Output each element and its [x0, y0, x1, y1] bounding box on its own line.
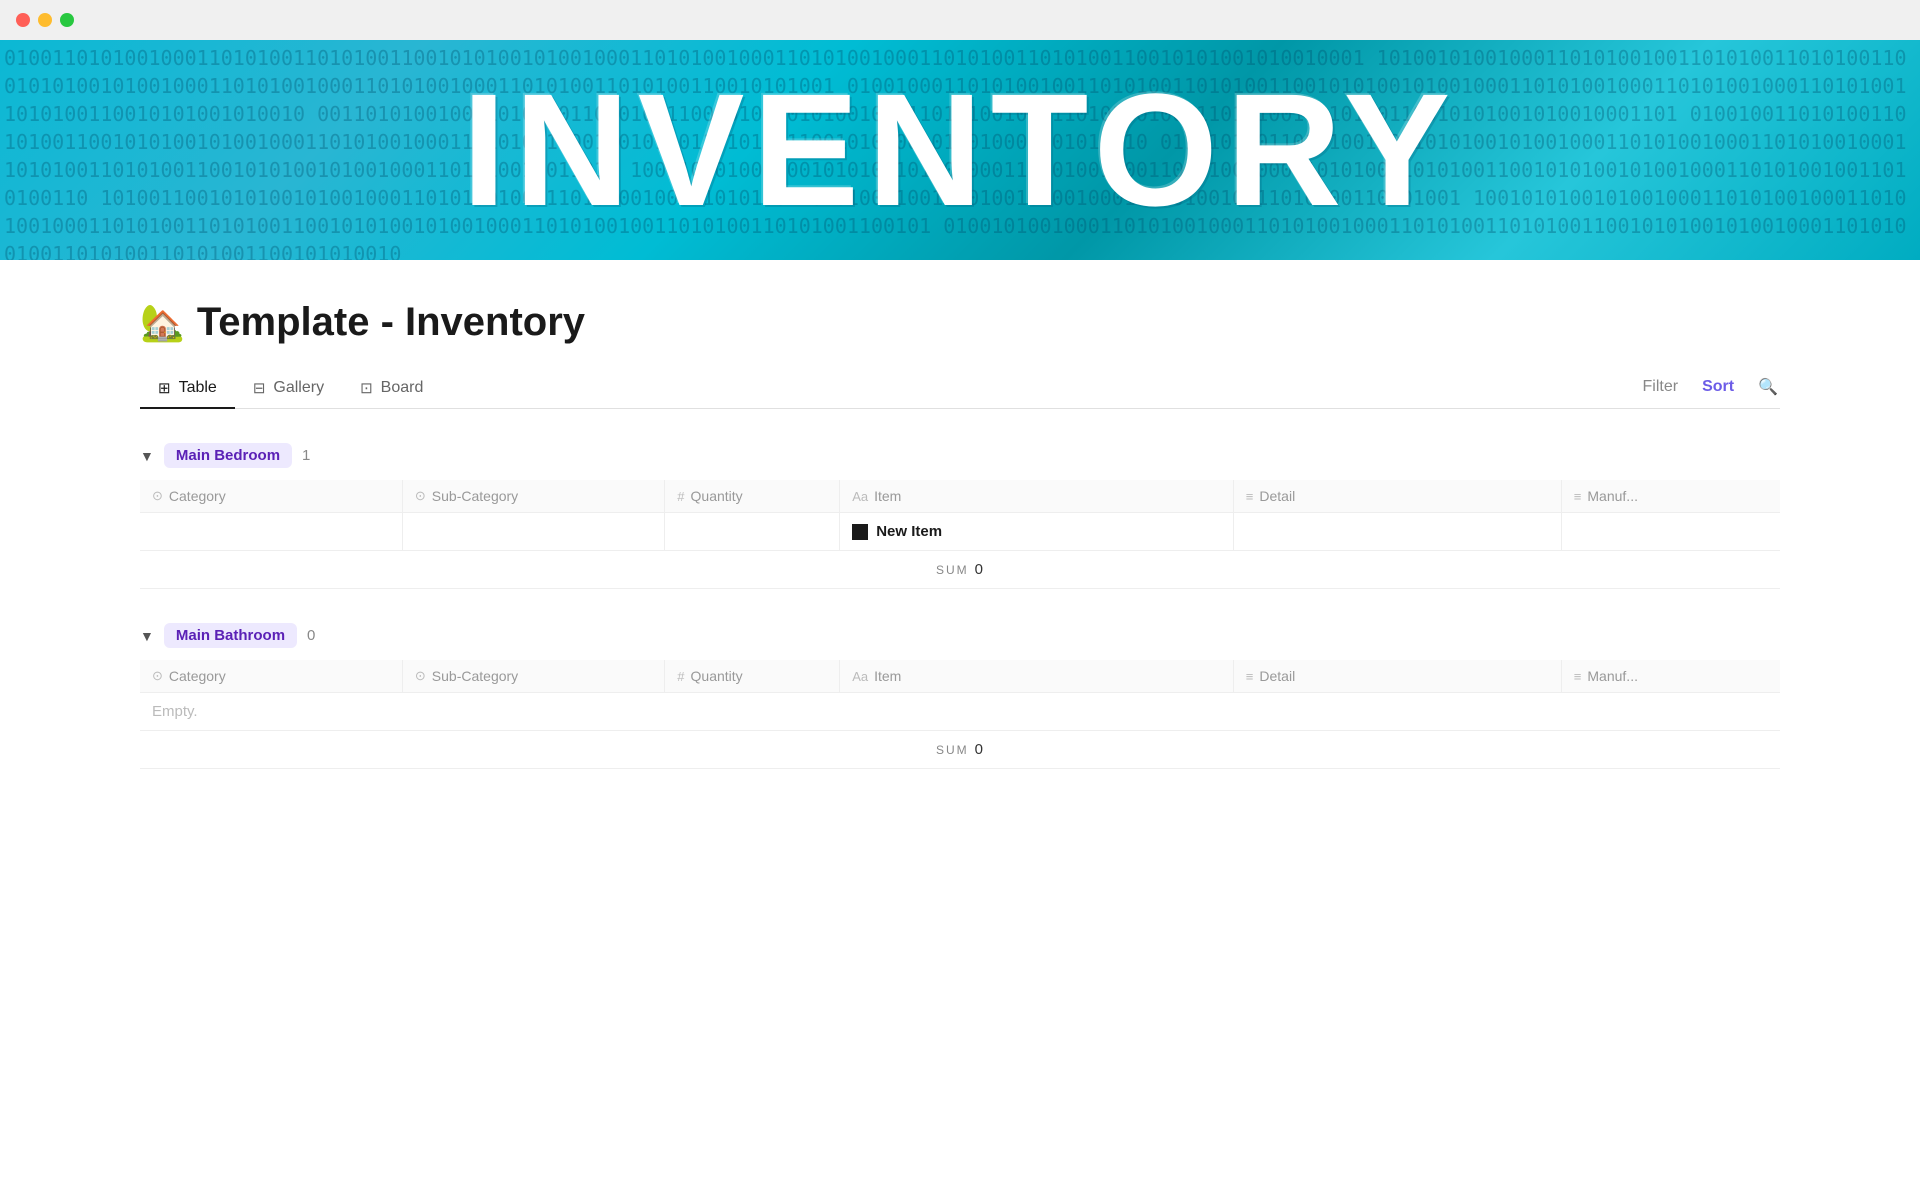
col-label-item-2: Item	[874, 668, 901, 684]
cell-item-1-0[interactable]: New Item	[840, 513, 1234, 551]
group-chevron-main-bathroom[interactable]: ▼	[140, 628, 154, 644]
col-header-subcategory-2: ⊙ Sub-Category	[402, 660, 664, 693]
circle-down-icon-4: ⊙	[415, 668, 426, 684]
page-title-text: Template - Inventory	[197, 300, 585, 345]
sum-value-2: 0	[975, 741, 984, 758]
lines-icon-2: ≡	[1574, 489, 1582, 504]
maximize-button[interactable]	[60, 13, 74, 27]
group-count-main-bedroom: 1	[302, 447, 310, 464]
group-header-main-bedroom: ▼ Main Bedroom 1	[140, 437, 1780, 474]
tab-board[interactable]: ⊡ Board	[342, 369, 441, 409]
col-label-detail-1: Detail	[1259, 488, 1295, 504]
board-icon: ⊡	[360, 379, 373, 397]
col-label-category-1: Category	[169, 488, 226, 504]
circle-down-icon: ⊙	[152, 488, 163, 504]
empty-row: Empty.	[140, 693, 1780, 731]
tab-table-label: Table	[179, 379, 217, 397]
tab-board-label: Board	[381, 379, 424, 397]
hash-icon-2: #	[677, 669, 684, 684]
circle-down-icon-2: ⊙	[415, 488, 426, 504]
filter-button[interactable]: Filter	[1641, 374, 1681, 400]
col-label-subcategory-1: Sub-Category	[432, 488, 518, 504]
col-header-manuf-2: ≡ Manuf...	[1561, 660, 1780, 693]
group-header-main-bathroom: ▼ Main Bathroom 0	[140, 617, 1780, 654]
cell-detail-1-0[interactable]	[1233, 513, 1561, 551]
hero-banner: 0100110101001000110101001101010011001010…	[0, 40, 1920, 260]
tabs-left: ⊞ Table ⊟ Gallery ⊡ Board	[140, 369, 441, 408]
col-label-category-2: Category	[169, 668, 226, 684]
lines-icon-4: ≡	[1574, 669, 1582, 684]
gallery-icon: ⊟	[253, 379, 266, 397]
table-main-bedroom: ⊙ Category ⊙ Sub-Category # Quanti	[140, 480, 1780, 551]
col-label-item-1: Item	[874, 488, 901, 504]
table-row: New Item	[140, 513, 1780, 551]
titlebar	[0, 0, 1920, 40]
col-header-manuf-1: ≡ Manuf...	[1561, 480, 1780, 513]
group-main-bedroom: ▼ Main Bedroom 1 ⊙ Category ⊙ Sub-	[140, 437, 1780, 589]
tab-gallery-label: Gallery	[273, 379, 324, 397]
col-label-subcategory-2: Sub-Category	[432, 668, 518, 684]
page-content: 🏡 Template - Inventory ⊞ Table ⊟ Gallery…	[0, 260, 1920, 829]
col-label-manuf-2: Manuf...	[1587, 668, 1638, 684]
col-label-quantity-1: Quantity	[691, 488, 743, 504]
col-header-subcategory-1: ⊙ Sub-Category	[402, 480, 664, 513]
empty-cell: Empty.	[140, 693, 1780, 731]
sum-row-main-bathroom: SUM 0	[140, 731, 1780, 769]
col-header-quantity-1: # Quantity	[665, 480, 840, 513]
circle-down-icon-3: ⊙	[152, 668, 163, 684]
new-item-label: New Item	[876, 523, 942, 540]
text-icon: Aa	[852, 489, 868, 504]
cell-quantity-1-0[interactable]	[665, 513, 840, 551]
col-label-manuf-1: Manuf...	[1587, 488, 1638, 504]
table-main-bathroom: ⊙ Category ⊙ Sub-Category # Quanti	[140, 660, 1780, 731]
col-header-category-1: ⊙ Category	[140, 480, 402, 513]
search-icon: 🔍	[1758, 379, 1778, 396]
col-header-category-2: ⊙ Category	[140, 660, 402, 693]
sum-value-1: 0	[975, 561, 984, 578]
minimize-button[interactable]	[38, 13, 52, 27]
group-main-bathroom: ▼ Main Bathroom 0 ⊙ Category ⊙ Sub	[140, 617, 1780, 769]
search-button[interactable]: 🔍	[1756, 373, 1780, 401]
sum-label-2: SUM	[936, 743, 969, 757]
new-item-icon	[852, 524, 868, 540]
sum-row-main-bedroom: SUM 0	[140, 551, 1780, 589]
lines-icon: ≡	[1246, 489, 1254, 504]
close-button[interactable]	[16, 13, 30, 27]
col-header-item-2: Aa Item	[840, 660, 1234, 693]
lines-icon-3: ≡	[1246, 669, 1254, 684]
cell-manuf-1-0[interactable]	[1561, 513, 1780, 551]
tab-gallery[interactable]: ⊟ Gallery	[235, 369, 342, 409]
col-label-detail-2: Detail	[1259, 668, 1295, 684]
col-label-quantity-2: Quantity	[691, 668, 743, 684]
col-header-quantity-2: # Quantity	[665, 660, 840, 693]
hero-title: INVENTORY	[462, 58, 1459, 242]
sum-label-1: SUM	[936, 563, 969, 577]
hash-icon: #	[677, 489, 684, 504]
table-icon: ⊞	[158, 379, 171, 397]
cell-subcategory-1-0[interactable]	[402, 513, 664, 551]
tabs-row: ⊞ Table ⊟ Gallery ⊡ Board Filter Sort 🔍	[140, 369, 1780, 409]
group-label-main-bedroom: Main Bedroom	[164, 443, 292, 468]
tab-table[interactable]: ⊞ Table	[140, 369, 235, 409]
col-header-item-1: Aa Item	[840, 480, 1234, 513]
page-title-emoji: 🏡	[140, 302, 185, 344]
group-count-main-bathroom: 0	[307, 627, 315, 644]
tabs-right: Filter Sort 🔍	[1641, 373, 1780, 405]
page-title: 🏡 Template - Inventory	[140, 300, 1780, 345]
sort-button[interactable]: Sort	[1700, 374, 1736, 400]
text-icon-2: Aa	[852, 669, 868, 684]
cell-category-1-0[interactable]	[140, 513, 402, 551]
group-label-main-bathroom: Main Bathroom	[164, 623, 297, 648]
group-chevron-main-bedroom[interactable]: ▼	[140, 448, 154, 464]
col-header-detail-2: ≡ Detail	[1233, 660, 1561, 693]
col-header-detail-1: ≡ Detail	[1233, 480, 1561, 513]
